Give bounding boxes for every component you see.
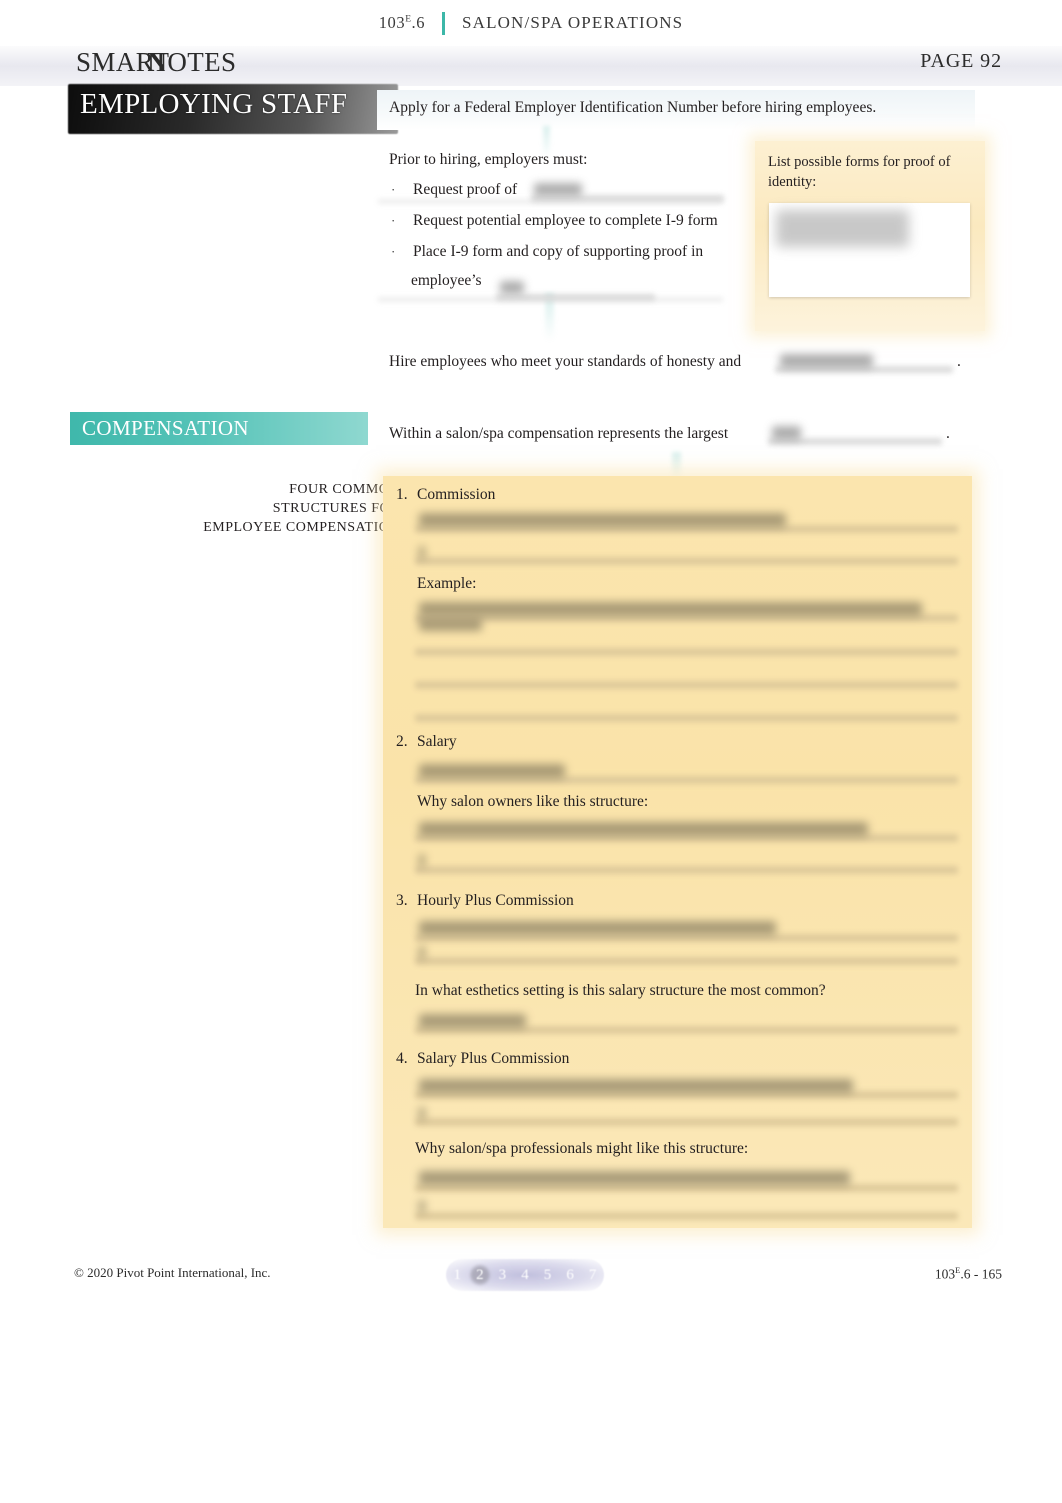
- bullet-icon: ·: [391, 182, 396, 197]
- structure-1-answer-text-2[interactable]: [419, 546, 425, 559]
- hire-standards-text: Hire employees who meet your standards o…: [389, 353, 742, 370]
- bullet-icon: ·: [391, 244, 396, 259]
- structure-1-label: Commission: [417, 486, 496, 503]
- structure-3-answer-text-2[interactable]: [419, 946, 425, 959]
- structure-2-number: 2.: [396, 733, 408, 750]
- structure-2-answer-rule-3[interactable]: [415, 866, 958, 874]
- page-dot-6[interactable]: 6: [561, 1267, 579, 1284]
- structure-3-answer-rule-2[interactable]: [415, 957, 958, 965]
- bullet-icon: ·: [391, 213, 396, 228]
- structure-4-answer-text-2[interactable]: [419, 1107, 425, 1120]
- structure-3-answer-text-1[interactable]: [419, 921, 776, 935]
- proof-of-identity-redaction[interactable]: [776, 210, 909, 247]
- caption-line-1: FOUR COMMON: [289, 482, 400, 497]
- guide-rule-2: [378, 297, 723, 302]
- structure-1-sublabel: Example:: [417, 575, 477, 592]
- page-dot-5[interactable]: 5: [539, 1267, 557, 1284]
- structure-4-label: Salary Plus Commission: [417, 1050, 570, 1067]
- intro-statement: Apply for a Federal Employer Identificat…: [389, 99, 877, 116]
- document-code: 103E.6 - 165: [935, 1265, 1002, 1283]
- document-header: 103E.6 SALON/SPA OPERATIONS: [0, 0, 1062, 46]
- page-dot-7[interactable]: 7: [584, 1267, 602, 1284]
- structure-4-answer-rule-2[interactable]: [415, 1118, 958, 1126]
- caption-line-2: STRUCTURES FOR: [272, 501, 400, 516]
- page-pagination[interactable]: 1 2 3 4 5 6 7: [446, 1259, 604, 1291]
- page-dot-2[interactable]: 2: [471, 1267, 489, 1284]
- structure-4-answer-text-1[interactable]: [419, 1079, 853, 1093]
- structure-3-label: Hourly Plus Commission: [417, 892, 574, 909]
- structure-4-answer-text-4[interactable]: [419, 1200, 425, 1213]
- list-item-continuation: employee’s: [411, 272, 482, 289]
- structure-4-sublabel: Why salon/spa professionals might like t…: [415, 1140, 749, 1157]
- structure-2-answer-text-2[interactable]: [419, 822, 868, 836]
- structure-1-example-text-1[interactable]: [419, 602, 922, 616]
- answer-redaction-1[interactable]: [534, 183, 582, 196]
- structure-4-number: 4.: [396, 1050, 408, 1067]
- compensation-period: .: [946, 425, 950, 442]
- list-item-label: Request potential employee to complete I…: [413, 212, 718, 229]
- smart-notes-wordmark: SMARTNOTES: [76, 47, 258, 78]
- hire-period: .: [957, 353, 961, 370]
- structure-1-answer-rule-2[interactable]: [415, 557, 958, 565]
- prior-to-hiring-heading: Prior to hiring, employers must:: [389, 151, 588, 168]
- structure-3-answer-text-3[interactable]: [419, 1014, 526, 1028]
- list-item-label: Request proof of: [413, 181, 518, 198]
- structure-2-answer-text-3[interactable]: [419, 854, 425, 867]
- structure-2-label: Salary: [417, 733, 457, 750]
- structure-2-answer-text-1[interactable]: [419, 764, 565, 778]
- wordmark-n: N: [147, 47, 168, 77]
- structure-1-number: 1.: [396, 486, 408, 503]
- topic-banner-title: EMPLOYING STAFF: [80, 88, 348, 120]
- answer-redaction-3[interactable]: [780, 354, 873, 368]
- page-dot-4[interactable]: 4: [516, 1267, 534, 1284]
- structure-4-answer-rule-4[interactable]: [415, 1212, 958, 1220]
- proof-of-identity-label: List possible forms for proof of identit…: [768, 154, 951, 190]
- guide-rule-1: [378, 199, 723, 204]
- page-label: PAGE 92: [920, 50, 1002, 72]
- list-item: · Request potential employee to complete…: [389, 211, 809, 231]
- structure-1-example-rule-3[interactable]: [415, 681, 958, 689]
- structure-2-sublabel: Why salon owners like this structure:: [417, 793, 649, 810]
- answer-redaction-2[interactable]: [500, 281, 524, 294]
- page-dot-3[interactable]: 3: [493, 1267, 511, 1284]
- four-common-structures-caption: FOUR COMMON STRUCTURES FOR EMPLOYEE COMP…: [150, 480, 400, 537]
- compensation-banner-title: COMPENSATION: [82, 416, 249, 440]
- header-divider-icon: [442, 11, 446, 35]
- structure-3-sublabel: In what esthetics setting is this salary…: [415, 982, 826, 999]
- caption-line-3: EMPLOYEE COMPENSATION: [203, 520, 400, 535]
- structure-1-example-rule-4[interactable]: [415, 714, 958, 722]
- structure-4-answer-text-3[interactable]: [419, 1171, 850, 1185]
- structure-1-example-text-2[interactable]: [419, 618, 482, 631]
- wordmark-otes: OTES: [167, 47, 237, 77]
- structure-1-example-rule-2[interactable]: [415, 648, 958, 656]
- structure-3-number: 3.: [396, 892, 408, 909]
- structure-1-answer-text-1[interactable]: [419, 513, 786, 527]
- course-title: SALON/SPA OPERATIONS: [462, 13, 684, 32]
- doc-code-base: 103: [934, 1266, 956, 1282]
- structure-4-answer-rule-3[interactable]: [415, 1184, 958, 1192]
- doc-code-suffix: .6 - 165: [960, 1266, 1002, 1282]
- copyright-notice: © 2020 Pivot Point International, Inc.: [74, 1265, 271, 1280]
- list-item: · Place I-9 form and copy of supporting …: [389, 242, 809, 262]
- compensation-lead-text: Within a salon/spa compensation represen…: [389, 425, 729, 442]
- answer-redaction-4[interactable]: [772, 426, 801, 440]
- course-code: 103E.6: [378, 13, 426, 32]
- list-item-label: Place I-9 form and copy of supporting pr…: [413, 243, 704, 260]
- page-dot-1[interactable]: 1: [448, 1267, 466, 1284]
- structure-3-answer-rule-1[interactable]: [415, 934, 958, 942]
